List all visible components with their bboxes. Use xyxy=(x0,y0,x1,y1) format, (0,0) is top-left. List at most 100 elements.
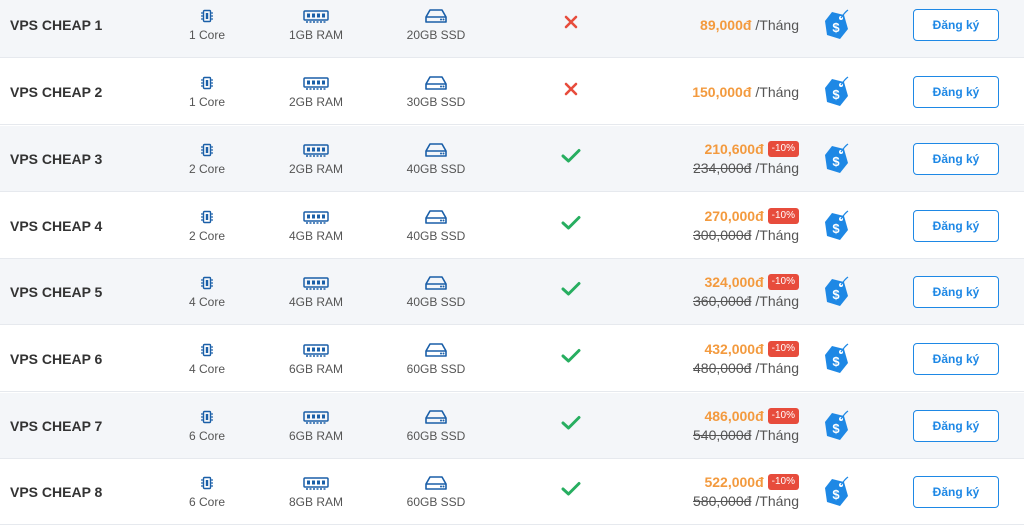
core-spec: 6 Core xyxy=(152,393,262,458)
ram-stick-icon xyxy=(303,208,329,226)
price-unit: /Tháng xyxy=(755,360,799,376)
register-button[interactable]: Đăng ký xyxy=(913,143,999,175)
ram-label: 1GB RAM xyxy=(288,28,343,42)
table-row: VPS CHEAP 8 6 Core 8GB RAM 60GB SSD 522,… xyxy=(0,459,1024,525)
hard-drive-icon xyxy=(425,341,447,359)
ram-spec: 2GB RAM xyxy=(261,59,371,124)
core-label: 6 Core xyxy=(188,429,226,443)
cpu-chip-icon xyxy=(201,74,213,92)
ssd-spec: 60GB SSD xyxy=(381,459,491,524)
discount-badge: -10% xyxy=(767,408,799,424)
discount-badge: -10% xyxy=(767,208,799,224)
price-unit: /Tháng xyxy=(755,427,799,443)
ram-label: 2GB RAM xyxy=(288,95,343,109)
svg-text:$: $ xyxy=(832,287,840,302)
plan-name: VPS CHEAP 5 xyxy=(10,283,103,300)
ssd-spec: 60GB SSD xyxy=(381,393,491,458)
current-price: 522,000đ xyxy=(704,474,764,490)
ssd-label: 60GB SSD xyxy=(406,429,466,443)
ssd-spec: 40GB SSD xyxy=(381,126,491,191)
svg-text:$: $ xyxy=(832,354,840,369)
original-price: 360,000đ xyxy=(693,293,752,309)
svg-text:$: $ xyxy=(832,221,840,236)
original-price: 234,000đ xyxy=(693,160,752,176)
price-tag-icon: $ xyxy=(822,193,852,258)
register-button[interactable]: Đăng ký xyxy=(913,476,999,508)
register-button[interactable]: Đăng ký xyxy=(913,9,999,41)
ssd-spec: 40GB SSD xyxy=(381,193,491,258)
feature-status xyxy=(558,59,584,124)
current-price: 486,000đ xyxy=(704,408,764,424)
plan-name: VPS CHEAP 6 xyxy=(10,350,103,367)
price-unit: /Tháng xyxy=(755,493,799,509)
cpu-chip-icon xyxy=(201,141,213,159)
core-label: 4 Core xyxy=(188,362,226,376)
ram-stick-icon xyxy=(303,274,329,292)
svg-text:$: $ xyxy=(832,154,840,169)
price-tag-icon: $ xyxy=(822,326,852,391)
price-block: 324,000đ -10% 360,000đ /Tháng xyxy=(693,259,799,324)
cpu-chip-icon xyxy=(201,7,213,25)
ram-spec: 1GB RAM xyxy=(261,0,371,57)
feature-status xyxy=(558,193,584,258)
discount-badge: -10% xyxy=(767,474,799,490)
hard-drive-icon xyxy=(425,141,447,159)
ssd-label: 60GB SSD xyxy=(406,495,466,509)
plan-name: VPS CHEAP 7 xyxy=(10,417,103,434)
ssd-spec: 30GB SSD xyxy=(381,59,491,124)
price-block: 270,000đ -10% 300,000đ /Tháng xyxy=(693,193,799,258)
hard-drive-icon xyxy=(425,408,447,426)
core-spec: 1 Core xyxy=(152,59,262,124)
cpu-chip-icon xyxy=(201,474,213,492)
ssd-spec: 60GB SSD xyxy=(381,326,491,391)
price-tag-icon: $ xyxy=(822,459,852,524)
core-spec: 2 Core xyxy=(152,193,262,258)
price-block: 432,000đ -10% 480,000đ /Tháng xyxy=(693,326,799,391)
ram-label: 6GB RAM xyxy=(288,429,343,443)
table-row: VPS CHEAP 2 1 Core 2GB RAM 30GB SSD 150,… xyxy=(0,59,1024,125)
register-button[interactable]: Đăng ký xyxy=(913,210,999,242)
core-label: 4 Core xyxy=(188,295,226,309)
table-row: VPS CHEAP 3 2 Core 2GB RAM 40GB SSD 210,… xyxy=(0,126,1024,192)
hard-drive-icon xyxy=(425,208,447,226)
price-unit: /Tháng xyxy=(755,227,799,243)
price-tag-icon: $ xyxy=(822,393,852,458)
price-block: 89,000đ /Tháng xyxy=(700,0,799,57)
ssd-label: 40GB SSD xyxy=(406,229,466,243)
ram-spec: 4GB RAM xyxy=(261,193,371,258)
register-button[interactable]: Đăng ký xyxy=(913,276,999,308)
core-spec: 2 Core xyxy=(152,126,262,191)
core-spec: 4 Core xyxy=(152,259,262,324)
original-price: 540,000đ xyxy=(693,427,752,443)
current-price: 324,000đ xyxy=(704,274,764,290)
price-unit: /Tháng xyxy=(755,293,799,309)
ssd-label: 60GB SSD xyxy=(406,362,466,376)
svg-text:$: $ xyxy=(832,87,840,102)
ssd-spec: 40GB SSD xyxy=(381,259,491,324)
ram-stick-icon xyxy=(303,74,329,92)
register-button[interactable]: Đăng ký xyxy=(913,410,999,442)
feature-status xyxy=(558,0,584,57)
original-price: 580,000đ xyxy=(693,493,752,509)
register-button[interactable]: Đăng ký xyxy=(913,343,999,375)
ssd-spec: 20GB SSD xyxy=(381,0,491,57)
core-label: 1 Core xyxy=(188,28,226,42)
price-unit: /Tháng xyxy=(755,160,799,176)
check-icon xyxy=(561,415,581,436)
ram-stick-icon xyxy=(303,408,329,426)
ram-label: 8GB RAM xyxy=(288,495,343,509)
ram-stick-icon xyxy=(303,7,329,25)
ssd-label: 40GB SSD xyxy=(406,295,466,309)
hard-drive-icon xyxy=(425,7,447,25)
feature-status xyxy=(558,259,584,324)
ram-label: 4GB RAM xyxy=(288,295,343,309)
table-row: VPS CHEAP 7 6 Core 6GB RAM 60GB SSD 486,… xyxy=(0,393,1024,459)
current-price: 270,000đ xyxy=(704,208,764,224)
ssd-label: 30GB SSD xyxy=(406,95,466,109)
svg-text:$: $ xyxy=(832,421,840,436)
ssd-label: 20GB SSD xyxy=(406,28,466,42)
discount-badge: -10% xyxy=(767,274,799,290)
register-button[interactable]: Đăng ký xyxy=(913,76,999,108)
core-label: 2 Core xyxy=(188,162,226,176)
core-spec: 1 Core xyxy=(152,0,262,57)
